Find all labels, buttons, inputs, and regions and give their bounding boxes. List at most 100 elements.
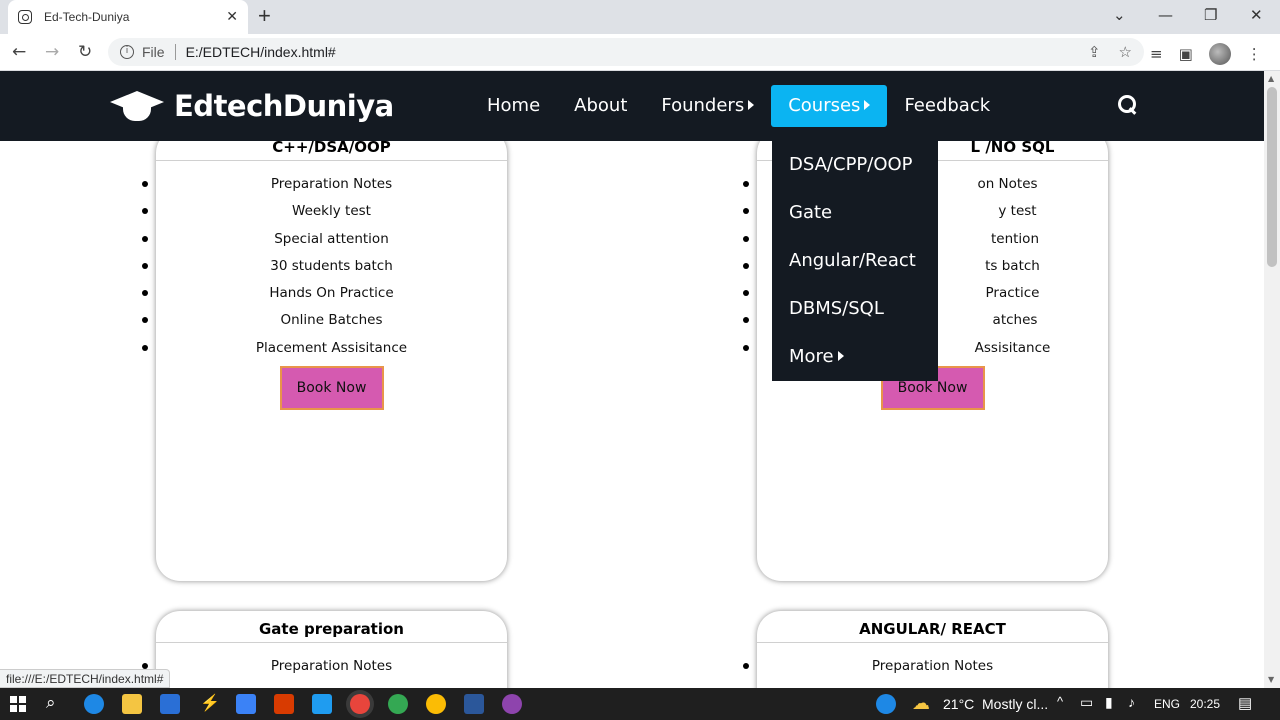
caret-right-icon xyxy=(864,100,871,110)
language-indicator[interactable]: ENG xyxy=(1154,697,1180,711)
page-scrollbar[interactable]: ▲ ▼ xyxy=(1264,71,1280,688)
address-bar-row: ← → ↻ i File E:/EDTECH/index.html# ⇪ ☆ ≡… xyxy=(0,34,1280,71)
list-item: Preparation Notes xyxy=(743,653,1108,680)
more-label: More xyxy=(789,346,834,367)
list-item: 30 students batch xyxy=(142,253,507,280)
battery-icon[interactable]: ▮ xyxy=(1105,694,1113,711)
bullet-icon xyxy=(743,181,749,187)
divider xyxy=(174,44,176,60)
bullet-icon xyxy=(743,344,749,351)
chevron-up-icon[interactable]: ^ xyxy=(1057,694,1063,709)
nav-feedback[interactable]: Feedback xyxy=(887,85,1007,127)
new-tab-button[interactable]: + xyxy=(258,5,271,27)
lightning-icon[interactable]: ⚡ xyxy=(200,693,220,713)
info-icon[interactable]: i xyxy=(120,45,134,59)
bullet-icon xyxy=(743,235,749,242)
feature-list: Preparation Notes xyxy=(743,653,1108,680)
clock-time[interactable]: 20:25 xyxy=(1190,697,1220,711)
chrome-icon[interactable] xyxy=(350,694,370,714)
github-icon[interactable] xyxy=(502,694,522,714)
card-title: ANGULAR/ REACT xyxy=(757,611,1108,643)
windows-start-icon[interactable] xyxy=(10,696,26,712)
close-tab-icon[interactable]: ✕ xyxy=(226,9,238,25)
file-label: File xyxy=(142,44,165,60)
list-item: Online Batches xyxy=(142,307,507,334)
list-item: Preparation Notes xyxy=(142,171,507,198)
course-card-gate: Gate preparation Preparation Notes xyxy=(142,611,507,688)
chrome-profile-icon[interactable] xyxy=(388,694,408,714)
scroll-up-icon[interactable]: ▲ xyxy=(1268,74,1274,83)
vscode-icon[interactable] xyxy=(312,694,332,714)
url-bar[interactable]: i File E:/EDTECH/index.html# ⇪ ☆ xyxy=(108,38,1144,66)
mail-icon[interactable] xyxy=(160,694,180,714)
nav-links: Home About Founders Courses Feedback xyxy=(470,85,1007,127)
dropdown-item-dsa[interactable]: DSA/CPP/OOP xyxy=(772,153,938,201)
notifications-icon[interactable]: ▤ xyxy=(1238,694,1252,712)
dropdown-item-dbms[interactable]: DBMS/SQL xyxy=(772,297,938,345)
nav-founders-label: Founders xyxy=(661,95,745,116)
caret-right-icon xyxy=(748,100,755,110)
close-window-button[interactable]: ✕ xyxy=(1250,6,1263,24)
tab-title: Ed-Tech-Duniya xyxy=(44,10,130,24)
edge-icon[interactable] xyxy=(84,694,104,714)
bullet-icon xyxy=(743,208,749,215)
office-icon[interactable] xyxy=(274,694,294,714)
bullet-icon xyxy=(142,317,148,324)
dropdown-item-angular[interactable]: Angular/React xyxy=(772,249,938,297)
temperature[interactable]: 21°C xyxy=(943,696,974,712)
page-viewport: EdtechDuniya Home About Founders Courses… xyxy=(0,71,1264,688)
site-navbar: EdtechDuniya Home About Founders Courses… xyxy=(0,71,1264,141)
bullet-icon xyxy=(142,344,148,351)
scroll-down-icon[interactable]: ▼ xyxy=(1268,675,1274,684)
help-icon[interactable] xyxy=(876,694,896,714)
volume-icon[interactable]: ♪ xyxy=(1128,694,1135,710)
bullet-icon xyxy=(743,290,749,297)
dropbox-icon[interactable] xyxy=(236,694,256,714)
site-logo[interactable]: EdtechDuniya xyxy=(110,87,394,125)
word-icon[interactable] xyxy=(464,694,484,714)
bookmark-star-icon[interactable]: ☆ xyxy=(1119,43,1132,61)
chrome-profile-2-icon[interactable] xyxy=(426,694,446,714)
browser-tab-bar: Ed-Tech-Duniya ✕ + ⌄ — ❐ ✕ xyxy=(0,0,1280,34)
side-panel-icon[interactable]: ▣ xyxy=(1179,45,1193,63)
profile-avatar[interactable] xyxy=(1208,43,1231,65)
nav-courses[interactable]: Courses xyxy=(771,85,888,127)
reload-button[interactable]: ↻ xyxy=(78,42,92,62)
tab-search-icon[interactable]: ⌄ xyxy=(1113,6,1126,24)
bullet-icon xyxy=(142,262,148,269)
book-now-button[interactable]: Book Now xyxy=(279,366,384,411)
back-button[interactable]: ← xyxy=(12,42,26,62)
weather-icon: ☁ xyxy=(912,693,930,713)
caret-right-icon xyxy=(837,351,844,361)
network-icon[interactable]: ▭ xyxy=(1080,694,1093,711)
file-explorer-icon[interactable] xyxy=(122,694,142,714)
menu-dots-icon[interactable]: ⋮ xyxy=(1247,45,1262,63)
dropdown-item-more[interactable]: More xyxy=(772,345,938,393)
instagram-icon xyxy=(18,10,32,24)
list-item: Weekly test xyxy=(142,198,507,225)
feature-list: Preparation Notes xyxy=(142,653,507,680)
nav-about[interactable]: About xyxy=(557,85,644,127)
dropdown-item-gate[interactable]: Gate xyxy=(772,201,938,249)
logo-text: EdtechDuniya xyxy=(174,89,394,123)
courses-dropdown: DSA/CPP/OOP Gate Angular/React DBMS/SQL … xyxy=(772,141,938,381)
search-icon[interactable] xyxy=(1118,95,1136,113)
forward-button[interactable]: → xyxy=(45,42,59,62)
bullet-icon xyxy=(142,181,148,187)
weather-text[interactable]: Mostly cl... xyxy=(982,696,1048,712)
share-icon[interactable]: ⇪ xyxy=(1088,43,1101,61)
list-item: Placement Assisitance xyxy=(142,335,507,362)
url-text[interactable]: E:/EDTECH/index.html# xyxy=(186,44,336,60)
card-title: Gate preparation xyxy=(156,611,507,643)
browser-tab[interactable]: Ed-Tech-Duniya ✕ xyxy=(8,0,248,34)
bullet-icon xyxy=(743,663,749,669)
nav-founders[interactable]: Founders xyxy=(644,85,771,127)
status-url-tooltip: file:///E:/EDTECH/index.html# xyxy=(0,669,171,688)
restore-button[interactable]: ❐ xyxy=(1204,6,1217,24)
search-taskbar-icon[interactable]: ⌕ xyxy=(46,693,56,713)
bullet-icon xyxy=(743,317,749,324)
minimize-button[interactable]: — xyxy=(1158,6,1173,24)
reading-list-icon[interactable]: ≡ xyxy=(1150,45,1163,63)
nav-home[interactable]: Home xyxy=(470,85,557,127)
scroll-thumb[interactable] xyxy=(1267,87,1277,267)
